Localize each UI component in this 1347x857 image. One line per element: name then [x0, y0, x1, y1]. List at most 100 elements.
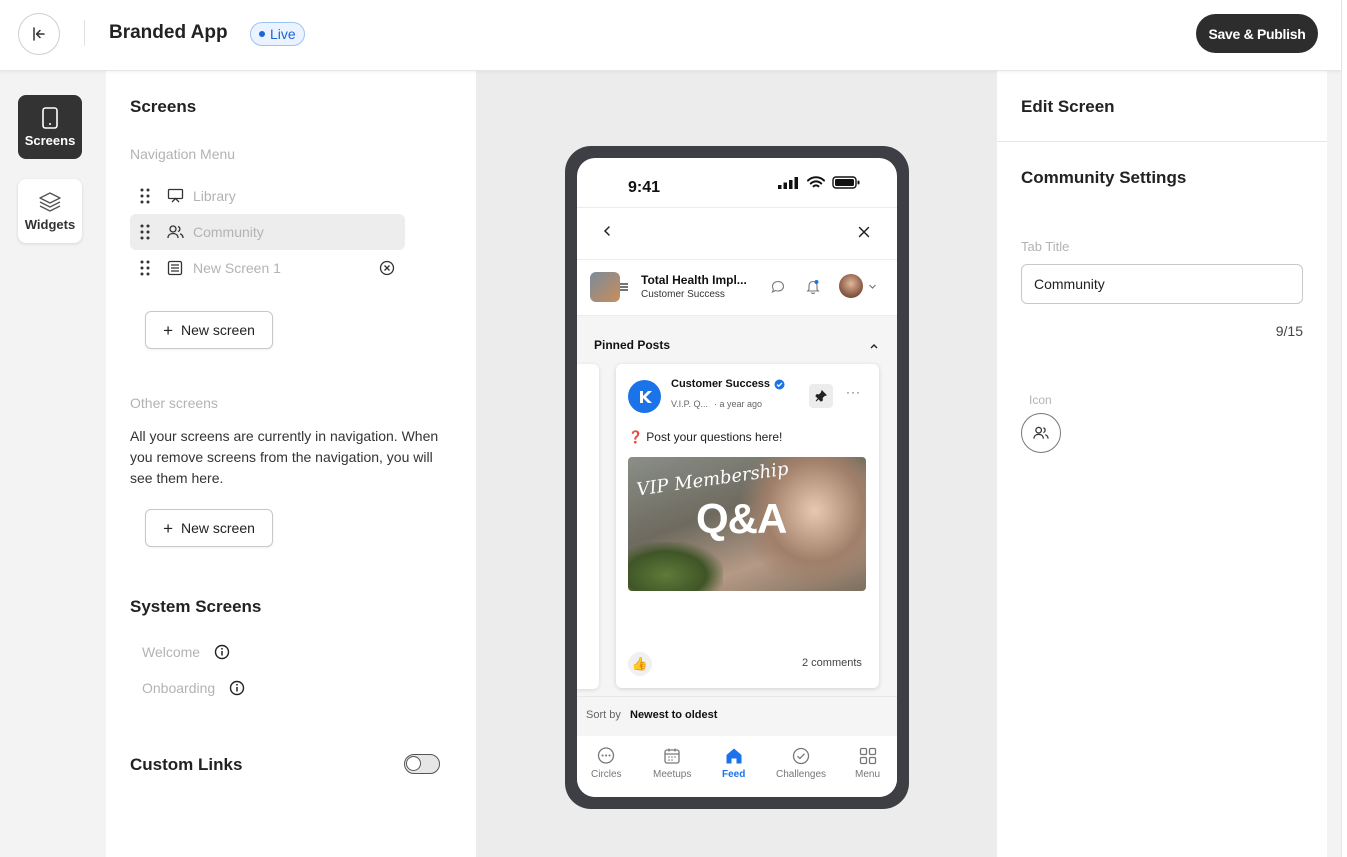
- grid-icon: [859, 747, 876, 765]
- tab-title-label: Tab Title: [1021, 239, 1070, 254]
- nav-item-label: Library: [193, 188, 236, 204]
- reaction-button[interactable]: 👍: [628, 652, 652, 676]
- check-circle-icon: [792, 747, 810, 765]
- right-gutter: [1327, 71, 1341, 857]
- plus-icon: +: [163, 320, 173, 340]
- save-publish-button[interactable]: Save & Publish: [1196, 14, 1318, 53]
- icon-picker[interactable]: [1021, 413, 1061, 453]
- signal-icon: [778, 177, 798, 189]
- tab-label: Menu: [855, 769, 881, 780]
- community-settings-title: Community Settings: [1021, 168, 1187, 187]
- wifi-icon: [807, 176, 825, 188]
- chevron-down-icon[interactable]: [868, 283, 877, 290]
- info-icon[interactable]: [214, 644, 230, 660]
- phone-frame: 9:41 Total Health Impl... Customer Succe…: [565, 146, 909, 809]
- layers-icon: [39, 191, 61, 212]
- calendar-icon: [664, 748, 680, 764]
- photo-salad: [628, 542, 723, 591]
- rail-screens-label: Screens: [24, 132, 76, 148]
- verified-badge-icon: [774, 379, 785, 389]
- custom-links-toggle[interactable]: [404, 754, 440, 774]
- status-time: 9:41: [628, 179, 661, 196]
- sort-prefix: Sort by: [586, 709, 621, 721]
- bell-icon[interactable]: [806, 279, 820, 294]
- system-item-welcome[interactable]: Welcome: [142, 644, 230, 660]
- tab-label: Meetups: [653, 769, 692, 780]
- post-author[interactable]: Customer Success: [671, 378, 785, 390]
- chevron-left-icon[interactable]: [602, 225, 612, 237]
- screens-title: Screens: [130, 97, 197, 116]
- live-status-badge: Live: [250, 22, 305, 46]
- post-image[interactable]: VIP Membership Q&A: [628, 457, 866, 591]
- post-group: V.I.P. Q...: [671, 399, 709, 409]
- edit-screen-title: Edit Screen: [1021, 97, 1115, 116]
- top-bar: Branded App Live Save & Publish: [0, 0, 1341, 71]
- presentation-board-icon: [167, 188, 184, 203]
- nav-item-library[interactable]: Library: [130, 178, 405, 214]
- remove-circle-icon[interactable]: [379, 260, 395, 276]
- system-item-label: Onboarding: [142, 680, 216, 696]
- left-rail: Screens Widgets: [0, 71, 106, 857]
- tab-challenges[interactable]: Challenges: [776, 746, 826, 780]
- info-icon[interactable]: [229, 680, 245, 696]
- chat-icon[interactable]: [771, 280, 785, 294]
- nav-item-label: Community: [193, 224, 264, 240]
- collapse-left-icon: [33, 27, 45, 41]
- new-screen-label: New screen: [181, 322, 255, 338]
- custom-links-title: Custom Links: [130, 755, 243, 774]
- nav-item-community[interactable]: Community: [130, 214, 405, 250]
- status-bar: 9:41: [577, 158, 897, 208]
- tab-meetups[interactable]: Meetups: [653, 746, 691, 780]
- tab-feed[interactable]: Feed: [722, 746, 745, 780]
- more-options-icon[interactable]: ···: [846, 385, 861, 399]
- users-icon: [167, 225, 184, 239]
- tab-circles[interactable]: Circles: [591, 746, 622, 780]
- pin-button[interactable]: [809, 384, 833, 408]
- collapse-sidebar-button[interactable]: [18, 13, 60, 55]
- user-avatar[interactable]: [839, 274, 863, 298]
- chat-bubble-icon: [598, 747, 615, 764]
- close-icon[interactable]: [858, 226, 870, 238]
- live-label: Live: [270, 26, 296, 42]
- new-screen-button[interactable]: + New screen: [145, 311, 273, 349]
- phone-screen: 9:41 Total Health Impl... Customer Succe…: [577, 158, 897, 797]
- phone-icon: [42, 106, 58, 129]
- phone-top-nav: [577, 208, 897, 260]
- menu-icon[interactable]: [619, 282, 629, 292]
- icon-label: Icon: [1029, 393, 1052, 407]
- tab-label: Feed: [722, 769, 746, 780]
- tab-menu[interactable]: Menu: [855, 746, 880, 780]
- page-scrollbar[interactable]: [1341, 0, 1347, 857]
- nav-item-new-screen-1[interactable]: New Screen 1: [130, 250, 405, 286]
- rail-screens-button[interactable]: Screens: [18, 95, 82, 159]
- comment-count[interactable]: 2 comments: [802, 657, 862, 669]
- nav-item-label: New Screen 1: [193, 260, 281, 276]
- new-screen-button-2[interactable]: + New screen: [145, 509, 273, 547]
- screens-panel: Screens Navigation Menu Library Communit…: [106, 71, 476, 857]
- edit-screen-panel: Edit Screen Community Settings Tab Title…: [997, 71, 1327, 857]
- status-dot-icon: [259, 31, 265, 37]
- drag-handle-icon[interactable]: [140, 224, 150, 240]
- tab-label: Circles: [591, 769, 622, 780]
- char-counter: 9/15: [1275, 323, 1303, 339]
- drag-handle-icon[interactable]: [140, 260, 150, 276]
- previous-post-card[interactable]: [577, 364, 599, 689]
- sort-bar[interactable]: Sort by Newest to oldest: [577, 696, 897, 736]
- toggle-knob: [406, 756, 421, 771]
- home-icon: [726, 748, 742, 764]
- list-doc-icon: [167, 260, 183, 276]
- rail-widgets-button[interactable]: Widgets: [18, 179, 82, 243]
- community-subtitle: Customer Success: [641, 289, 725, 300]
- tab-title-input[interactable]: [1021, 264, 1303, 304]
- pinned-posts-bar[interactable]: Pinned Posts: [577, 316, 897, 356]
- system-item-onboarding[interactable]: Onboarding: [142, 680, 245, 696]
- community-avatar: [590, 272, 620, 302]
- rail-widgets-label: Widgets: [24, 216, 76, 232]
- sort-value: Newest to oldest: [630, 709, 718, 721]
- pinned-post-card[interactable]: Customer Success V.I.P. Q... · a year ag…: [616, 364, 879, 688]
- phone-tab-bar: Circles Meetups Feed Challenges Menu: [577, 738, 897, 797]
- chevron-up-icon[interactable]: [869, 342, 879, 350]
- drag-handle-icon[interactable]: [140, 188, 150, 204]
- battery-icon: [832, 176, 860, 189]
- post-time: · a year ago: [714, 399, 763, 409]
